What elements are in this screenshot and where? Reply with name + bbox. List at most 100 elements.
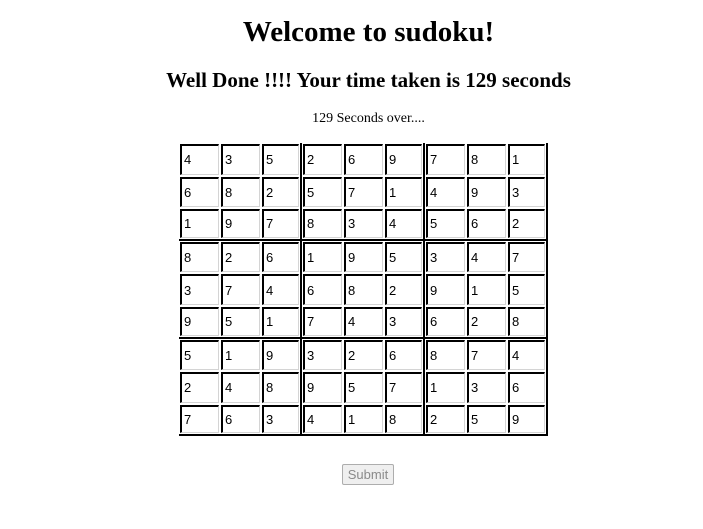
sudoku-cell <box>302 273 343 306</box>
sudoku-cell <box>384 273 425 306</box>
sudoku-cell-input[interactable] <box>344 372 383 403</box>
sudoku-cell-input[interactable] <box>508 209 545 238</box>
timer-status: 129 Seconds over.... <box>312 111 425 126</box>
sudoku-cell-input[interactable] <box>467 404 506 434</box>
sudoku-cell <box>179 404 220 437</box>
sudoku-cell-input[interactable] <box>180 241 219 273</box>
sudoku-cell <box>466 306 507 339</box>
sudoku-cell-input[interactable] <box>262 372 299 403</box>
submit-button[interactable]: Submit <box>342 464 394 485</box>
sudoku-cell-input[interactable] <box>303 339 342 371</box>
sudoku-cell-input[interactable] <box>467 241 506 273</box>
sudoku-cell-input[interactable] <box>508 339 545 371</box>
sudoku-cell <box>507 208 548 241</box>
sudoku-cell-input[interactable] <box>385 372 422 403</box>
sudoku-cell-input[interactable] <box>180 274 219 305</box>
sudoku-cell-input[interactable] <box>262 241 299 273</box>
sudoku-cell-input[interactable] <box>303 241 342 273</box>
sudoku-cell-input[interactable] <box>303 176 342 208</box>
sudoku-cell-input[interactable] <box>344 209 383 238</box>
sudoku-cell-input[interactable] <box>221 209 260 238</box>
sudoku-cell <box>507 305 548 339</box>
sudoku-cell-input[interactable] <box>344 306 383 336</box>
sudoku-cell-input[interactable] <box>508 274 545 305</box>
sudoku-cell-input[interactable] <box>344 274 383 305</box>
sudoku-cell-input[interactable] <box>221 372 260 403</box>
sudoku-cell-input[interactable] <box>508 241 545 273</box>
sudoku-cell <box>466 208 507 241</box>
sudoku-cell <box>302 371 343 404</box>
sudoku-cell-input[interactable] <box>467 372 506 403</box>
sudoku-cell-input[interactable] <box>180 209 219 238</box>
sudoku-cell-input[interactable] <box>180 372 219 403</box>
sudoku-cell-input[interactable] <box>467 209 506 238</box>
sudoku-cell-input[interactable] <box>385 339 422 371</box>
sudoku-cell-input[interactable] <box>426 372 465 403</box>
sudoku-cell-input[interactable] <box>262 306 299 336</box>
sudoku-cell-input[interactable] <box>303 306 342 336</box>
sudoku-cell <box>220 404 261 437</box>
sudoku-cell-input[interactable] <box>303 274 342 305</box>
sudoku-cell-input[interactable] <box>262 209 299 238</box>
sudoku-cell-input[interactable] <box>303 144 342 175</box>
sudoku-cell-input[interactable] <box>508 306 545 336</box>
sudoku-cell-input[interactable] <box>180 144 219 175</box>
sudoku-cell-input[interactable] <box>344 144 383 175</box>
sudoku-cell-input[interactable] <box>262 404 299 434</box>
sudoku-cell-input[interactable] <box>180 306 219 336</box>
sudoku-cell-input[interactable] <box>467 339 506 371</box>
sudoku-cell <box>466 143 507 176</box>
sudoku-cell-input[interactable] <box>426 306 465 336</box>
sudoku-cell-input[interactable] <box>426 404 465 434</box>
sudoku-cell-input[interactable] <box>426 176 465 208</box>
sudoku-cell-input[interactable] <box>344 339 383 371</box>
sudoku-cell <box>384 175 425 209</box>
sudoku-cell-input[interactable] <box>262 339 299 371</box>
sudoku-cell-input[interactable] <box>467 306 506 336</box>
sudoku-cell-input[interactable] <box>221 404 260 434</box>
sudoku-cell-input[interactable] <box>221 176 260 208</box>
sudoku-cell <box>343 306 384 339</box>
sudoku-cell-input[interactable] <box>385 274 422 305</box>
sudoku-cell <box>179 371 220 404</box>
sudoku-cell-input[interactable] <box>221 144 260 175</box>
sudoku-cell-input[interactable] <box>385 404 422 434</box>
sudoku-cell-input[interactable] <box>221 274 260 305</box>
sudoku-cell-input[interactable] <box>508 144 545 175</box>
sudoku-cell-input[interactable] <box>467 176 506 208</box>
sudoku-cell <box>302 404 343 437</box>
sudoku-cell-input[interactable] <box>508 372 545 403</box>
sudoku-cell-input[interactable] <box>344 176 383 208</box>
sudoku-cell-input[interactable] <box>262 274 299 305</box>
sudoku-cell-input[interactable] <box>262 144 299 175</box>
sudoku-cell <box>384 208 425 241</box>
sudoku-cell-input[interactable] <box>426 241 465 273</box>
sudoku-cell-input[interactable] <box>303 209 342 238</box>
sudoku-cell-input[interactable] <box>303 404 342 434</box>
sudoku-cell-input[interactable] <box>467 144 506 175</box>
sudoku-cell-input[interactable] <box>426 339 465 371</box>
sudoku-cell-input[interactable] <box>180 176 219 208</box>
sudoku-cell-input[interactable] <box>508 176 545 208</box>
sudoku-cell-input[interactable] <box>426 144 465 175</box>
sudoku-cell-input[interactable] <box>180 404 219 434</box>
sudoku-cell-input[interactable] <box>303 372 342 403</box>
sudoku-cell <box>425 371 466 404</box>
sudoku-cell-input[interactable] <box>426 274 465 305</box>
sudoku-cell-input[interactable] <box>426 209 465 238</box>
sudoku-cell-input[interactable] <box>221 241 260 273</box>
sudoku-cell-input[interactable] <box>262 176 299 208</box>
sudoku-cell-input[interactable] <box>508 404 545 434</box>
sudoku-cell-input[interactable] <box>385 241 422 273</box>
sudoku-cell <box>343 404 384 437</box>
sudoku-cell-input[interactable] <box>467 274 506 305</box>
sudoku-cell-input[interactable] <box>344 404 383 434</box>
sudoku-cell-input[interactable] <box>221 339 260 371</box>
sudoku-cell-input[interactable] <box>385 176 422 208</box>
sudoku-cell-input[interactable] <box>344 241 383 273</box>
sudoku-cell-input[interactable] <box>385 209 422 238</box>
sudoku-cell-input[interactable] <box>385 306 422 336</box>
sudoku-cell-input[interactable] <box>180 339 219 371</box>
sudoku-cell-input[interactable] <box>385 144 422 175</box>
sudoku-cell-input[interactable] <box>221 306 260 336</box>
